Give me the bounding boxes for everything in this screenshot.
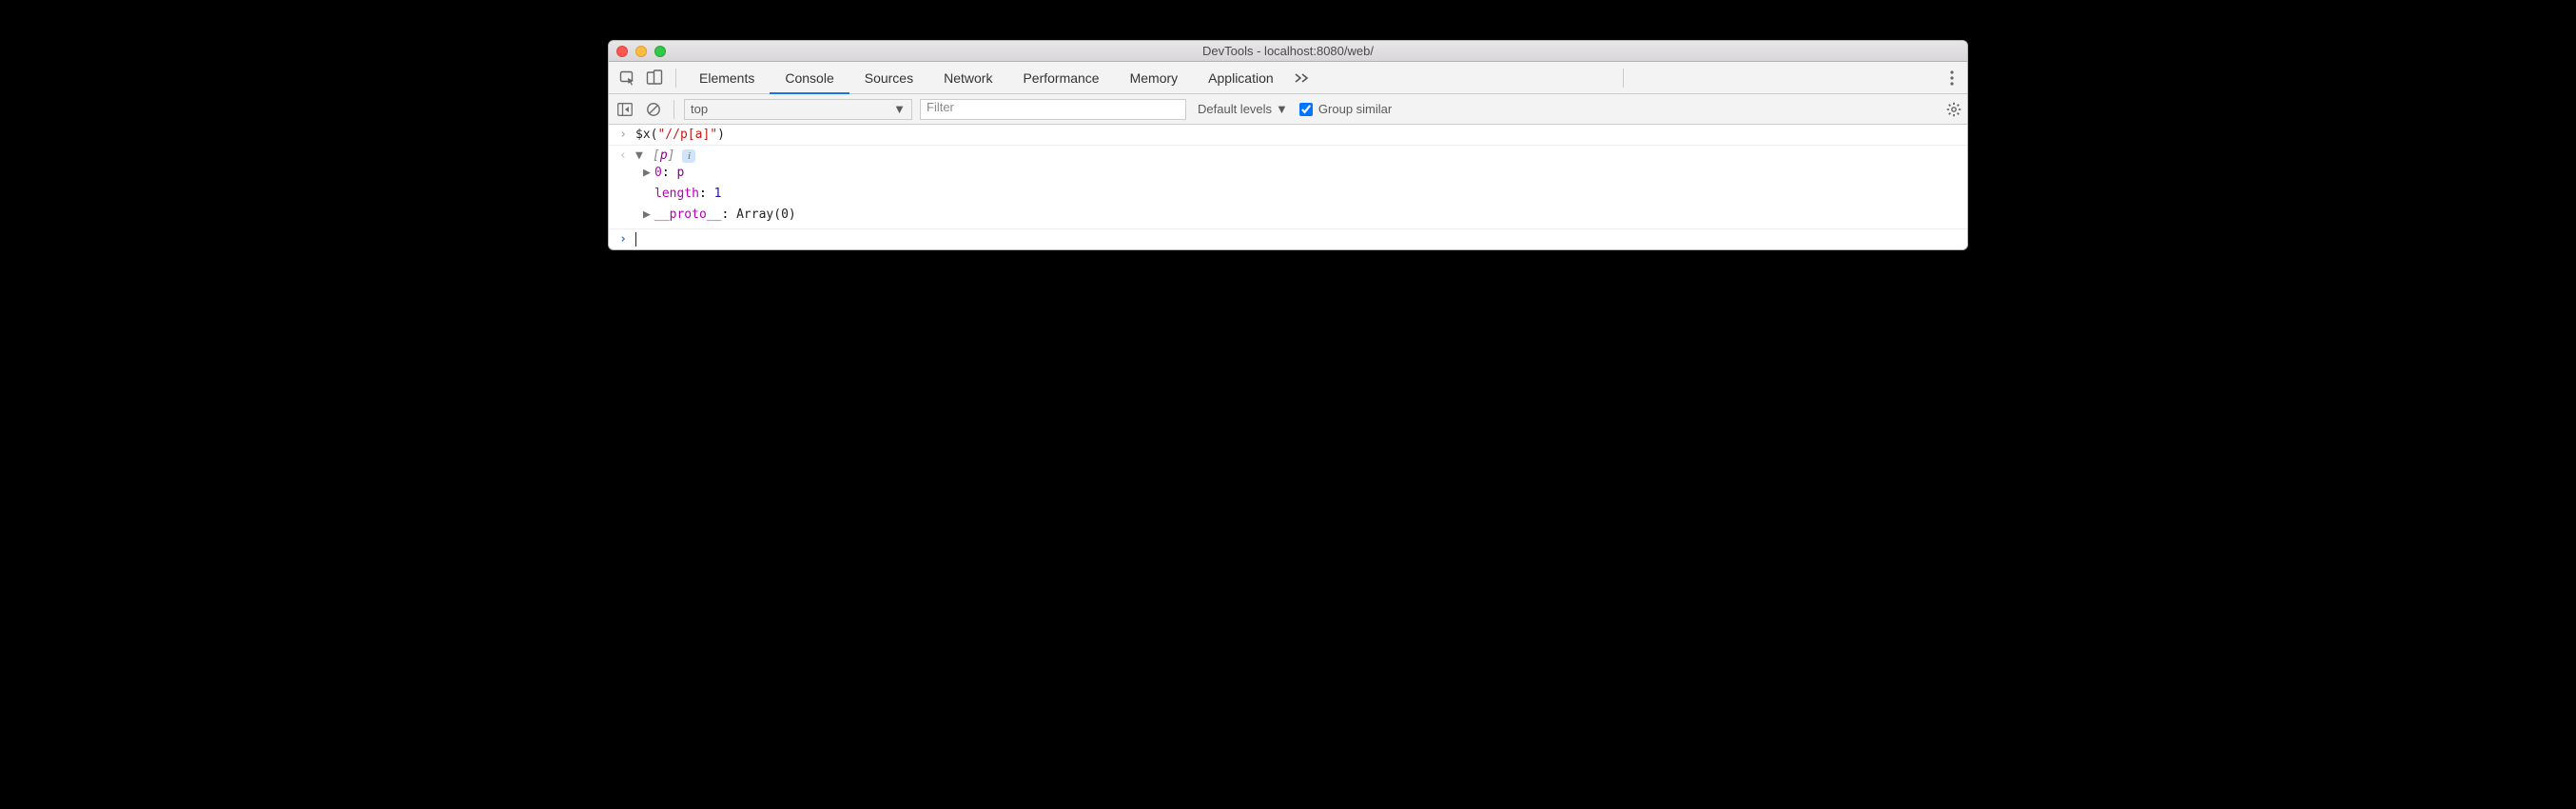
console-prompt-row[interactable]: › bbox=[609, 229, 1967, 249]
log-levels-label: Default levels bbox=[1198, 102, 1272, 116]
prompt-chevron-icon: › bbox=[616, 232, 630, 247]
property-key: __proto__ bbox=[654, 207, 721, 222]
chevron-down-icon: ▼ bbox=[893, 102, 906, 116]
tab-sources[interactable]: Sources bbox=[849, 62, 928, 94]
kebab-menu-icon[interactable] bbox=[1942, 70, 1961, 86]
console-settings-icon[interactable] bbox=[1946, 102, 1961, 117]
code-fn: $x bbox=[635, 128, 651, 142]
input-chevron-icon: › bbox=[616, 128, 630, 142]
console-toolbar: top ▼ Filter Default levels ▼ Group simi… bbox=[609, 94, 1967, 125]
property-key: 0 bbox=[654, 166, 662, 180]
code-paren: ) bbox=[717, 128, 725, 142]
chevron-down-icon: ▼ bbox=[1276, 102, 1288, 116]
device-toolbar-icon[interactable] bbox=[641, 69, 668, 87]
tree-row[interactable]: length: 1 bbox=[643, 184, 1960, 205]
property-key: length bbox=[654, 187, 699, 201]
tab-network[interactable]: Network bbox=[928, 62, 1007, 94]
titlebar: DevTools - localhost:8080/web/ bbox=[609, 41, 1967, 62]
disclosure-triangle-icon[interactable]: ▶ bbox=[643, 205, 654, 226]
tab-memory[interactable]: Memory bbox=[1115, 62, 1194, 94]
execution-context-value: top bbox=[691, 102, 708, 116]
bracket: [ bbox=[653, 148, 660, 163]
show-sidebar-icon[interactable] bbox=[615, 99, 635, 120]
separator bbox=[675, 69, 676, 88]
console-input-code: $x("//p[a]") bbox=[635, 128, 725, 142]
colon: : bbox=[662, 166, 677, 180]
group-similar-label: Group similar bbox=[1318, 102, 1392, 116]
property-value: p bbox=[676, 166, 684, 180]
colon: : bbox=[721, 207, 736, 222]
array-preview[interactable]: [p] bbox=[653, 148, 674, 163]
tab-elements[interactable]: Elements bbox=[684, 62, 770, 94]
log-levels-select[interactable]: Default levels ▼ bbox=[1194, 102, 1292, 116]
object-tree: ▶0: plength: 1▶__proto__: Array(0) bbox=[616, 163, 1960, 226]
preview-item: p bbox=[660, 148, 668, 163]
output-chevron-icon: › bbox=[616, 148, 630, 163]
group-similar-input[interactable] bbox=[1299, 103, 1313, 116]
execution-context-select[interactable]: top ▼ bbox=[684, 99, 912, 120]
console-output-row: › ▼ [p] i ▶0: plength: 1▶__proto__: Arra… bbox=[609, 146, 1967, 229]
property-value: 1 bbox=[714, 187, 722, 201]
group-similar-checkbox[interactable]: Group similar bbox=[1299, 102, 1392, 116]
code-string: "//p[a]" bbox=[657, 128, 717, 142]
separator bbox=[1623, 69, 1624, 88]
tab-performance[interactable]: Performance bbox=[1007, 62, 1114, 94]
more-tabs-icon[interactable] bbox=[1295, 72, 1312, 84]
window-title: DevTools - localhost:8080/web/ bbox=[609, 44, 1967, 58]
tab-console[interactable]: Console bbox=[770, 62, 849, 94]
tab-application[interactable]: Application bbox=[1193, 62, 1289, 94]
tree-row[interactable]: ▶__proto__: Array(0) bbox=[643, 205, 1960, 226]
devtools-window: DevTools - localhost:8080/web/ ElementsC… bbox=[608, 40, 1968, 250]
bracket: ] bbox=[668, 148, 675, 163]
filter-input[interactable]: Filter bbox=[920, 99, 1186, 120]
colon: : bbox=[699, 187, 714, 201]
inspect-element-icon[interactable] bbox=[615, 69, 641, 87]
filter-placeholder: Filter bbox=[927, 100, 954, 114]
panel-tabbar: ElementsConsoleSourcesNetworkPerformance… bbox=[609, 62, 1967, 94]
tree-row[interactable]: ▶0: p bbox=[643, 163, 1960, 184]
disclosure-triangle-icon[interactable]: ▶ bbox=[643, 163, 654, 184]
console-body: › $x("//p[a]") › ▼ [p] i ▶0: plength: 1▶… bbox=[609, 125, 1967, 249]
disclosure-triangle-icon[interactable]: ▼ bbox=[635, 148, 647, 163]
text-caret bbox=[635, 232, 636, 247]
separator bbox=[673, 100, 674, 119]
clear-console-icon[interactable] bbox=[643, 99, 664, 120]
console-input-row: › $x("//p[a]") bbox=[609, 125, 1967, 146]
property-value: Array(0) bbox=[736, 207, 796, 222]
info-badge-icon[interactable]: i bbox=[682, 149, 695, 163]
